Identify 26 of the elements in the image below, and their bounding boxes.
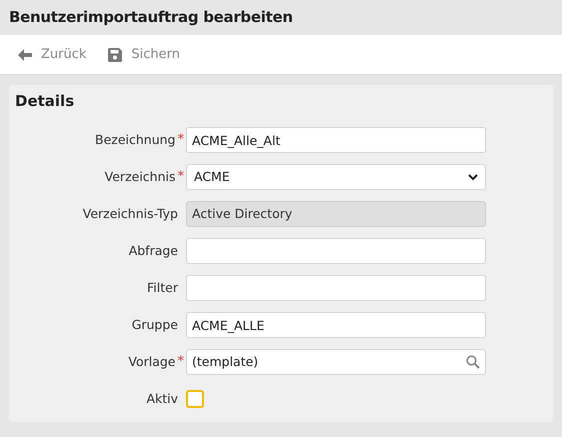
field-label: Aktiv	[146, 390, 178, 408]
required-mark: *	[178, 168, 184, 186]
field-label: Filter	[147, 278, 178, 297]
field-label: Abfrage	[128, 242, 178, 260]
field-label: Vorlage	[128, 352, 176, 371]
save-button[interactable]: Sichern	[108, 44, 180, 64]
checkbox[interactable]	[186, 390, 204, 408]
panel-title: Details	[15, 91, 76, 112]
field-label: Bezeichnung	[95, 130, 176, 149]
directory-dropdown[interactable]: ACME	[186, 164, 486, 190]
field-label: Gruppe	[132, 316, 178, 334]
back-button[interactable]: Zurück	[18, 44, 86, 64]
required-mark: *	[178, 131, 184, 150]
template-search-field[interactable]: (template)	[186, 349, 486, 375]
text-field[interactable]	[186, 275, 486, 301]
search-icon[interactable]	[466, 355, 480, 369]
text-field[interactable]: ACME_Alle_Alt	[186, 127, 486, 153]
readonly-field[interactable]: Active Directory	[186, 201, 486, 227]
required-mark: *	[178, 353, 184, 372]
field-label: Verzeichnis-Typ	[82, 204, 178, 223]
text-field[interactable]: ACME_ALLE	[186, 312, 486, 338]
chevron-down-icon	[468, 174, 478, 180]
back-arrow-icon	[18, 48, 32, 60]
page-title: Benutzerimportauftrag bearbeiten	[9, 7, 293, 28]
text-field[interactable]	[186, 238, 486, 264]
field-label: Verzeichnis	[104, 168, 176, 186]
